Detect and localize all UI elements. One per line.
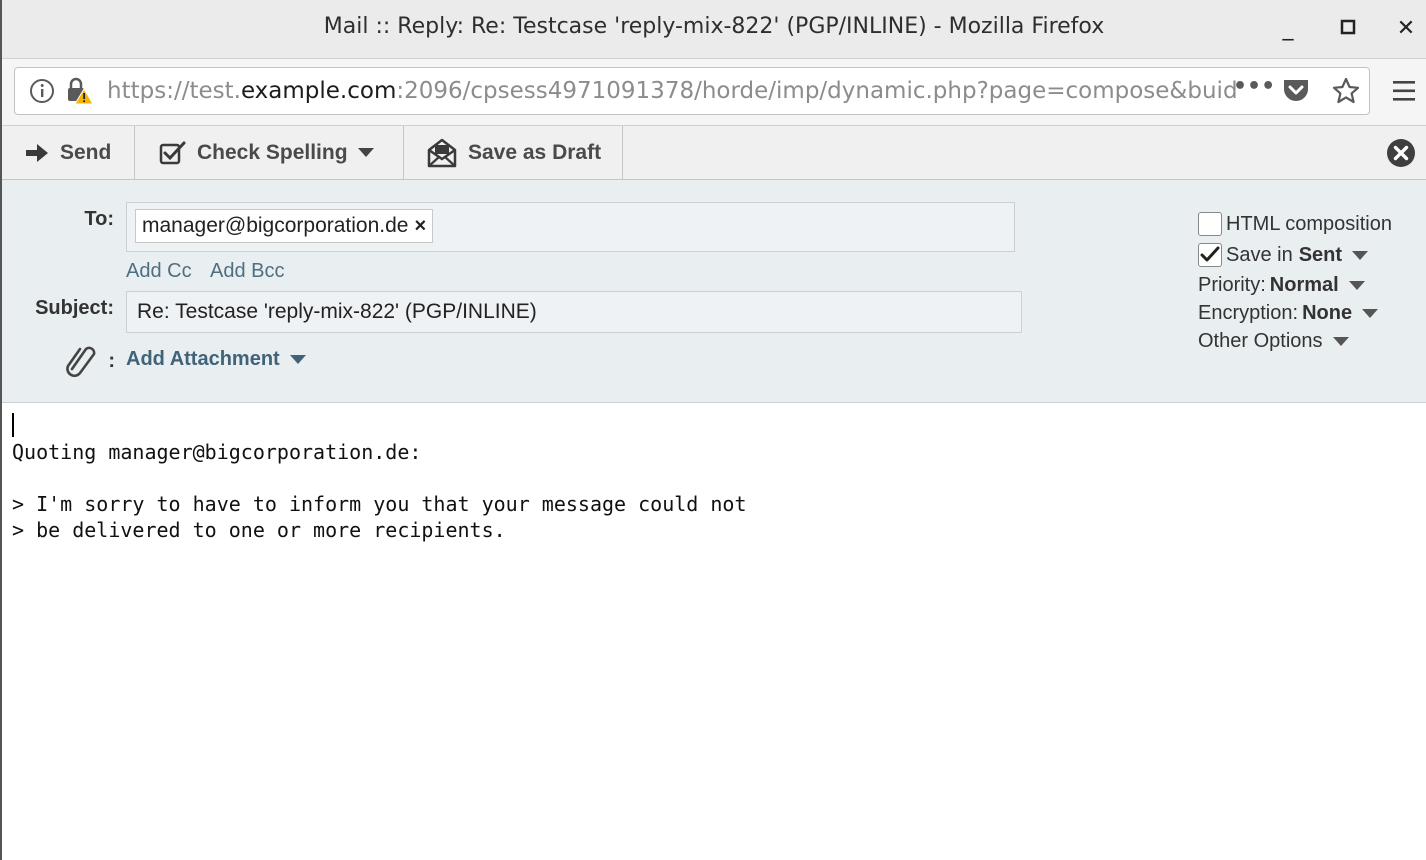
send-button[interactable]: Send — [2, 126, 135, 179]
text-cursor — [12, 413, 14, 437]
encryption-label: Encryption: — [1198, 302, 1299, 324]
body-line: Quoting manager@bigcorporation.de: — [12, 440, 422, 464]
subject-label: Subject: — [35, 297, 114, 319]
page-actions-button[interactable]: ••• — [1233, 74, 1275, 99]
close-window-button[interactable]: ✕ — [1391, 14, 1421, 44]
minimize-button[interactable]: _ — [1273, 14, 1303, 44]
add-cc-link[interactable]: Add Cc — [126, 260, 192, 283]
compose-header: To: manager@bigcorporation.de × Add Cc A… — [2, 180, 1426, 403]
to-label: To: — [84, 208, 114, 230]
subject-input[interactable]: Re: Testcase 'reply-mix-822' (PGP/INLINE… — [126, 291, 1022, 333]
html-composition-label: HTML composition — [1226, 212, 1392, 235]
close-compose-icon[interactable] — [1386, 138, 1416, 172]
other-options[interactable]: Other Options — [1198, 330, 1349, 353]
save-draft-label: Save as Draft — [468, 140, 602, 164]
browser-window: Mail :: Reply: Re: Testcase 'reply-mix-8… — [0, 0, 1426, 860]
priority-label: Priority: — [1198, 274, 1266, 296]
menu-icon[interactable] — [1391, 78, 1417, 108]
chevron-down-icon[interactable] — [289, 355, 306, 364]
priority-value[interactable]: Normal — [1270, 274, 1339, 297]
url-bar[interactable]: https://test.example.com:2096/cpsess4971… — [14, 67, 1370, 115]
compose-toolbar: Send Check Spelling Save as Draft — [2, 126, 1426, 180]
add-attachment-button[interactable]: Add Attachment — [126, 348, 306, 371]
add-attachment-label: Add Attachment — [126, 348, 280, 370]
body-line: > I'm sorry to have to inform you that y… — [12, 492, 747, 516]
info-icon[interactable] — [29, 78, 55, 108]
add-bcc-link[interactable]: Add Bcc — [210, 260, 284, 283]
save-in-sent-checkbox[interactable] — [1198, 243, 1222, 267]
encryption-option[interactable]: Encryption: None — [1198, 302, 1379, 325]
check-spelling-button[interactable]: Check Spelling — [135, 126, 404, 179]
chevron-down-icon[interactable] — [1332, 337, 1349, 346]
save-in-sent-option[interactable]: Save in Sent — [1198, 243, 1369, 267]
chevron-down-icon[interactable] — [357, 148, 374, 157]
arrow-right-icon — [26, 143, 48, 162]
save-in-label: Save in — [1226, 243, 1293, 266]
remove-recipient-icon[interactable]: × — [414, 210, 426, 242]
maximize-button[interactable] — [1333, 14, 1363, 44]
envelope-open-icon — [427, 138, 457, 167]
paperclip-icon — [64, 343, 100, 382]
check-spelling-label: Check Spelling — [197, 140, 348, 164]
recipient-address: manager@bigcorporation.de — [142, 214, 409, 237]
recipient-chip[interactable]: manager@bigcorporation.de × — [135, 209, 434, 243]
send-label: Send — [60, 140, 112, 164]
insecure-lock-icon[interactable] — [65, 77, 95, 109]
title-bar: Mail :: Reply: Re: Testcase 'reply-mix-8… — [2, 0, 1426, 59]
priority-option[interactable]: Priority: Normal — [1198, 274, 1365, 297]
body-line: > be delivered to one or more recipients… — [12, 518, 506, 542]
html-composition-option[interactable]: HTML composition — [1198, 212, 1392, 236]
message-body-editor[interactable]: Quoting manager@bigcorporation.de: > I'm… — [2, 403, 1426, 860]
maximize-icon — [1340, 19, 1356, 35]
pocket-icon[interactable] — [1281, 77, 1311, 109]
save-draft-button[interactable]: Save as Draft — [404, 126, 623, 179]
chevron-down-icon[interactable] — [1348, 281, 1365, 290]
attach-colon: : — [108, 350, 115, 372]
to-field[interactable]: manager@bigcorporation.de × — [126, 202, 1015, 252]
check-square-icon — [159, 141, 186, 164]
checkmark-icon — [1200, 246, 1220, 262]
bookmark-star-icon[interactable] — [1331, 76, 1361, 110]
window-title: Mail :: Reply: Re: Testcase 'reply-mix-8… — [323, 14, 1105, 39]
subject-value: Re: Testcase 'reply-mix-822' (PGP/INLINE… — [137, 300, 537, 323]
nav-bar: https://test.example.com:2096/cpsess4971… — [2, 59, 1426, 126]
url-text[interactable]: https://test.example.com:2096/cpsess4971… — [107, 78, 1237, 104]
html-composition-checkbox[interactable] — [1198, 212, 1222, 236]
other-options-label: Other Options — [1198, 330, 1323, 352]
chevron-down-icon[interactable] — [1362, 309, 1379, 318]
chevron-down-icon[interactable] — [1352, 250, 1369, 260]
encryption-value[interactable]: None — [1302, 302, 1352, 325]
save-folder-value[interactable]: Sent — [1299, 244, 1342, 267]
